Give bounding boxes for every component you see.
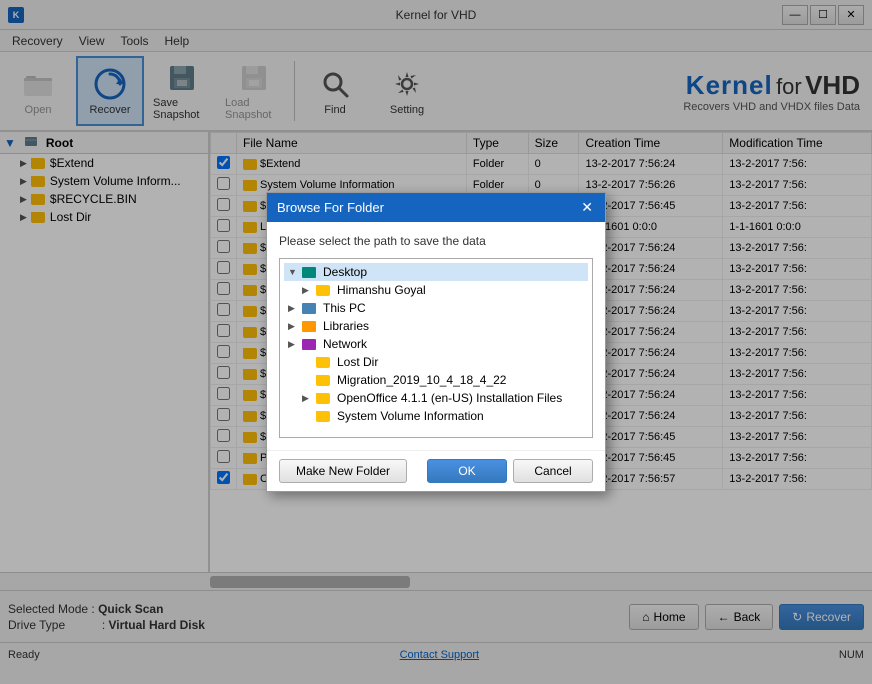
desktop-icon [302, 267, 316, 278]
thispc-icon [302, 303, 316, 314]
libraries-icon [302, 321, 316, 332]
libraries-expand-icon: ▶ [288, 321, 298, 332]
desktop-expand-icon: ▼ [288, 267, 298, 277]
desktop-label: Desktop [323, 265, 367, 279]
lostdir-modal-folder-icon [316, 357, 330, 368]
himanshu-label: Himanshu Goyal [337, 283, 426, 297]
modal-overlay: Browse For Folder ✕ Please select the pa… [0, 0, 872, 684]
network-icon [302, 339, 316, 350]
modal-tree-desktop[interactable]: ▼ Desktop [284, 263, 588, 281]
migration-label: Migration_2019_10_4_18_4_22 [337, 373, 506, 387]
thispc-expand-icon: ▶ [288, 303, 298, 314]
modal-prompt-text: Please select the path to save the data [279, 234, 593, 248]
modal-footer: Make New Folder OK Cancel [267, 450, 605, 491]
modal-tree-network[interactable]: ▶ Network [284, 335, 588, 353]
modal-tree-sysvolinfo[interactable]: System Volume Information [298, 407, 588, 425]
modal-title-bar: Browse For Folder ✕ [267, 193, 605, 222]
modal-cancel-button[interactable]: Cancel [513, 459, 593, 483]
network-label: Network [323, 337, 367, 351]
thispc-label: This PC [323, 301, 366, 315]
openoffice-label: OpenOffice 4.1.1 (en-US) Installation Fi… [337, 391, 562, 405]
openoffice-folder-icon [316, 393, 330, 404]
modal-tree-migration[interactable]: Migration_2019_10_4_18_4_22 [298, 371, 588, 389]
make-new-folder-button[interactable]: Make New Folder [279, 459, 407, 483]
sysvolinfo-modal-label: System Volume Information [337, 409, 484, 423]
modal-tree-lostdir[interactable]: Lost Dir [298, 353, 588, 371]
libraries-label: Libraries [323, 319, 369, 333]
modal-close-button[interactable]: ✕ [579, 199, 595, 216]
browse-folder-modal: Browse For Folder ✕ Please select the pa… [266, 192, 606, 492]
modal-tree-thispc[interactable]: ▶ This PC [284, 299, 588, 317]
migration-folder-icon [316, 375, 330, 386]
modal-tree-himanshu[interactable]: ▶ Himanshu Goyal [298, 281, 588, 299]
sysvolinfo-modal-folder-icon [316, 411, 330, 422]
modal-tree-openoffice[interactable]: ▶ OpenOffice 4.1.1 (en-US) Installation … [298, 389, 588, 407]
modal-body: Please select the path to save the data … [267, 222, 605, 450]
network-expand-icon: ▶ [288, 339, 298, 350]
modal-ok-cancel: OK Cancel [427, 459, 593, 483]
lostdir-modal-label: Lost Dir [337, 355, 378, 369]
modal-title-text: Browse For Folder [277, 200, 384, 215]
modal-tree[interactable]: ▼ Desktop ▶ Himanshu Goyal ▶ This PC [279, 258, 593, 438]
openoffice-expand-icon: ▶ [302, 393, 312, 404]
modal-ok-button[interactable]: OK [427, 459, 507, 483]
himanshu-expand-icon: ▶ [302, 285, 312, 296]
himanshu-folder-icon [316, 285, 330, 296]
modal-tree-libraries[interactable]: ▶ Libraries [284, 317, 588, 335]
